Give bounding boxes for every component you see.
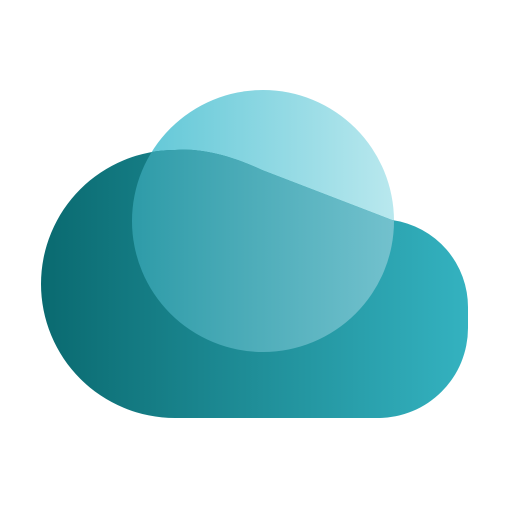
app-icon [0, 0, 512, 512]
cloud-icon [41, 90, 469, 418]
